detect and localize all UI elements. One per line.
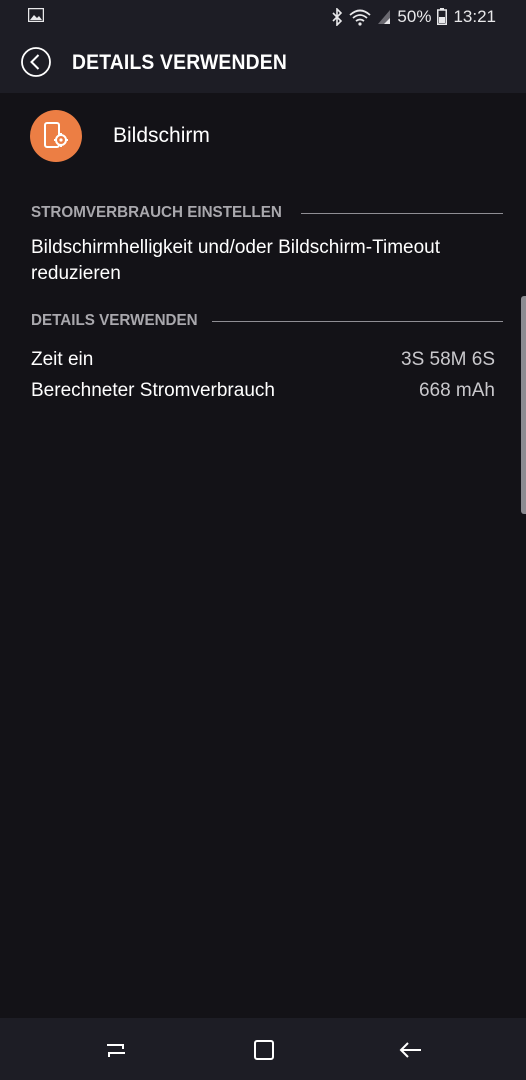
- app-bar: DETAILS VERWENDEN: [0, 33, 526, 93]
- back-button[interactable]: [20, 46, 52, 78]
- section-divider: [301, 212, 503, 214]
- status-bar: 50% 13:21: [0, 0, 526, 33]
- section-header-label: DETAILS VERWENDEN: [31, 312, 198, 329]
- app-item-header: Bildschirm: [0, 93, 526, 179]
- section-header-power: STROMVERBRAUCH EINSTELLEN: [31, 203, 503, 223]
- back-arrow-icon: [399, 1042, 421, 1058]
- screen-settings-icon: [30, 110, 82, 162]
- navigation-bar: [0, 1018, 526, 1080]
- image-icon: [27, 7, 45, 23]
- home-icon: [254, 1040, 274, 1060]
- bluetooth-icon: [331, 7, 343, 26]
- detail-row-time-on: Zeit ein 3S 58M 6S: [31, 347, 495, 373]
- home-button[interactable]: [251, 1037, 277, 1063]
- section-header-details: DETAILS VERWENDEN: [31, 311, 503, 331]
- status-indicators: 50% 13:21: [331, 0, 496, 33]
- detail-value: 3S 58M 6S: [401, 349, 495, 370]
- back-circle-icon: [21, 47, 51, 77]
- status-time: 13:21: [453, 6, 496, 26]
- section-divider: [212, 320, 503, 322]
- detail-row-power-usage: Berechneter Stromverbrauch 668 mAh: [31, 378, 495, 404]
- power-saving-tip[interactable]: Bildschirmhelligkeit und/oder Bildschirm…: [31, 235, 501, 287]
- item-title: Bildschirm: [113, 124, 210, 147]
- signal-icon: [377, 9, 391, 25]
- battery-icon: [437, 8, 448, 25]
- detail-value: 668 mAh: [418, 380, 495, 401]
- section-header-label: STROMVERBRAUCH EINSTELLEN: [31, 204, 282, 221]
- scrollbar[interactable]: [521, 296, 526, 514]
- battery-percent: 50%: [397, 6, 432, 26]
- wifi-icon: [349, 8, 372, 26]
- recents-icon: [107, 1044, 125, 1057]
- page-title: DETAILS VERWENDEN: [72, 51, 287, 74]
- recents-button[interactable]: [103, 1037, 129, 1063]
- back-nav-button[interactable]: [398, 1037, 424, 1063]
- detail-label: Berechneter Stromverbrauch: [31, 380, 275, 401]
- detail-label: Zeit ein: [31, 349, 94, 370]
